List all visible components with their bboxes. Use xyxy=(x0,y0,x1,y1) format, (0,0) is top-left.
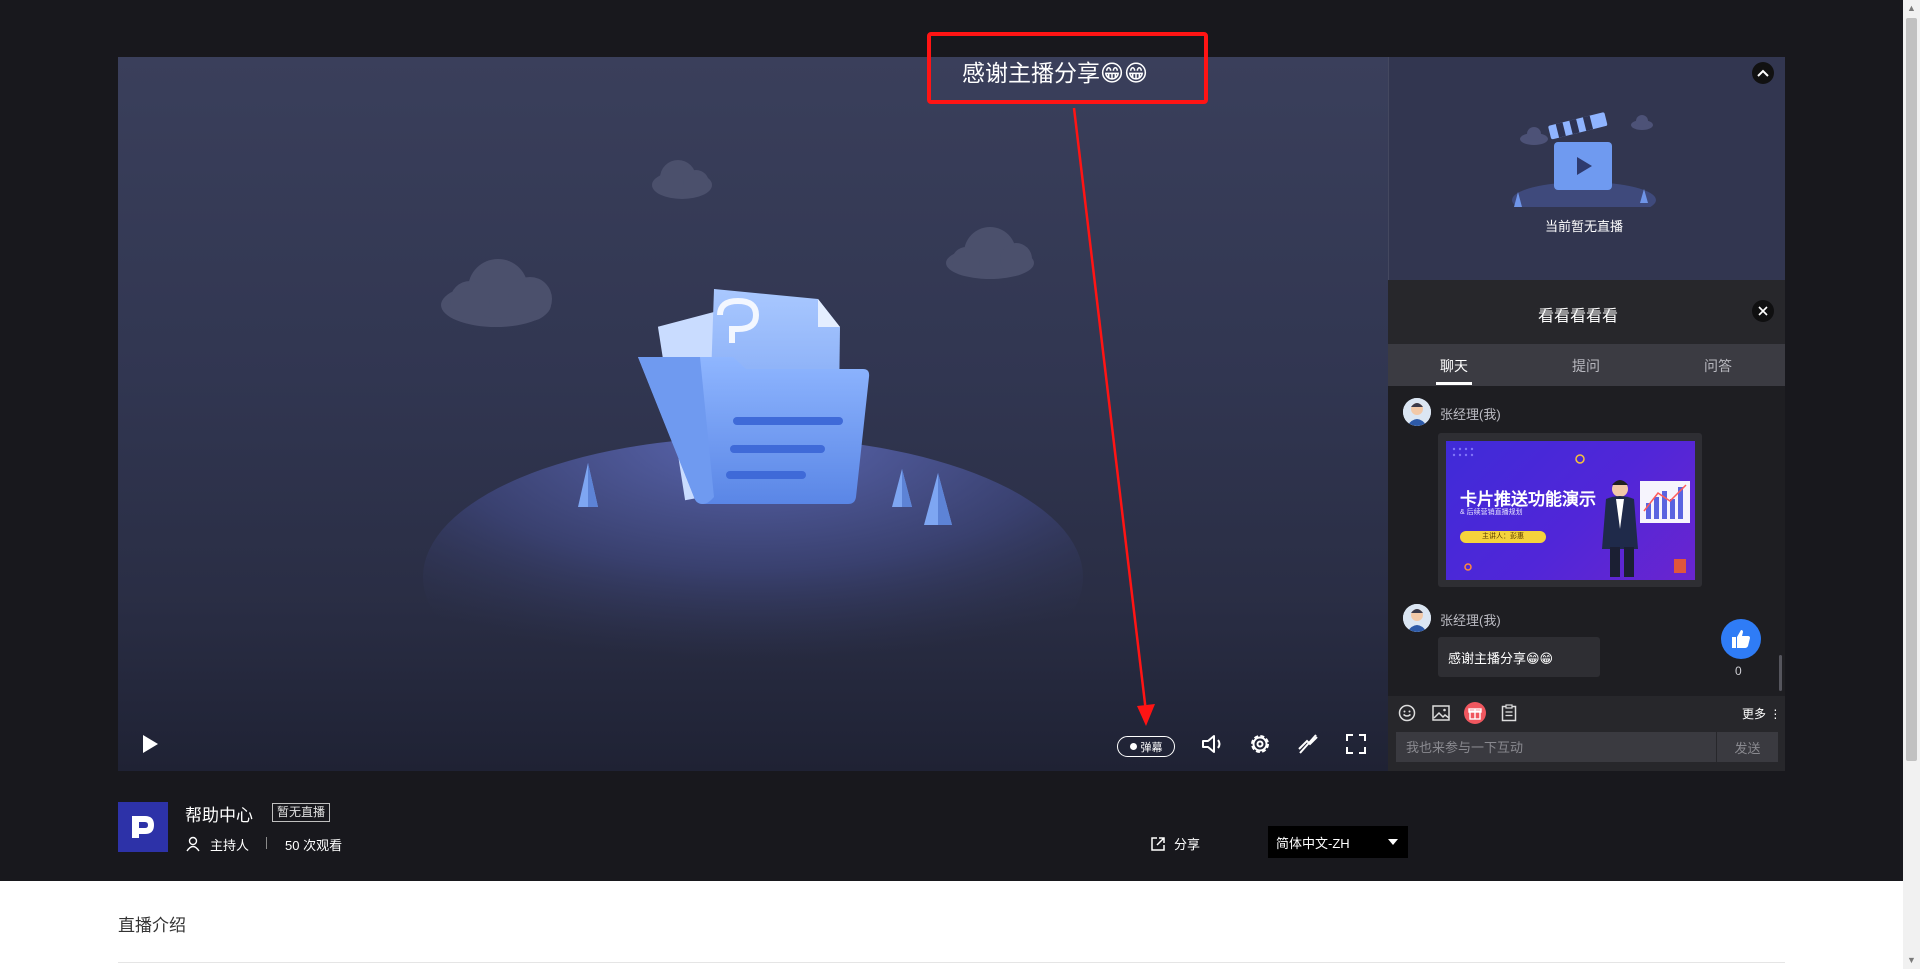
collapse-button[interactable] xyxy=(1752,62,1774,84)
fullscreen-icon xyxy=(1346,734,1366,754)
language-value: 简体中文-ZH xyxy=(1276,835,1350,851)
channel-logo xyxy=(118,802,168,852)
line-switch-button[interactable] xyxy=(1294,730,1322,758)
player-controls: 弹幕 xyxy=(118,720,1388,771)
emoji-button[interactable] xyxy=(1396,702,1418,724)
view-count: 50 次观看 xyxy=(285,838,343,853)
tab-question[interactable]: 提问 xyxy=(1572,356,1600,376)
clapperboard-icon xyxy=(1512,112,1656,207)
user-avatar-icon xyxy=(1403,398,1431,426)
caret-down-icon xyxy=(1388,839,1398,845)
brand-logo-icon xyxy=(132,816,154,838)
line-switch-icon xyxy=(1298,734,1318,754)
message-username: 张经理(我) xyxy=(1440,407,1501,422)
more-dots-icon: ⋮ xyxy=(1769,707,1782,721)
divider xyxy=(266,837,267,849)
user-icon xyxy=(186,836,200,852)
like-button[interactable] xyxy=(1721,619,1761,659)
message-username: 张经理(我) xyxy=(1440,613,1501,628)
image-button[interactable] xyxy=(1430,702,1452,724)
play-icon xyxy=(143,735,158,753)
share-button[interactable]: 分享 xyxy=(1150,834,1200,853)
danmaku-comment: 感谢主播分享😁😁 xyxy=(962,61,1148,87)
scroll-down-icon[interactable]: ▼ xyxy=(1906,955,1917,965)
close-icon xyxy=(1758,306,1768,316)
no-live-text: 当前暂无直播 xyxy=(1545,219,1624,234)
speaker-icon xyxy=(1202,735,1221,753)
gear-icon xyxy=(1251,735,1269,753)
image-icon xyxy=(1432,705,1450,721)
scroll-up-icon[interactable]: ▲ xyxy=(1906,3,1917,13)
danmaku-toggle[interactable]: 弹幕 xyxy=(1117,736,1175,757)
emoji-icon xyxy=(1398,704,1416,722)
gift-button[interactable] xyxy=(1464,702,1486,724)
chevron-up-icon xyxy=(1757,69,1769,77)
channel-name: 帮助中心 xyxy=(185,806,253,825)
settings-button[interactable] xyxy=(1246,730,1274,758)
chat-scrollbar[interactable] xyxy=(1779,655,1782,691)
tab-qa[interactable]: 问答 xyxy=(1704,356,1732,376)
promo-card-image[interactable]: 卡片推送功能演示 & 后续营销直播规划 主讲人：彭惠 xyxy=(1446,441,1695,580)
more-label: 更多 xyxy=(1742,707,1767,721)
close-button[interactable] xyxy=(1752,300,1774,322)
video-player[interactable] xyxy=(118,57,1388,771)
scrollbar-thumb[interactable] xyxy=(1906,18,1917,761)
no-live-illustration xyxy=(423,160,1083,717)
avatar xyxy=(1403,604,1431,632)
volume-button[interactable] xyxy=(1198,730,1226,758)
more-button[interactable]: 更多 ⋮ xyxy=(1742,705,1781,722)
card-decoration-icon xyxy=(1452,447,1690,577)
active-tab-indicator xyxy=(1436,382,1472,385)
toggle-dot-icon xyxy=(1129,743,1137,750)
play-button[interactable] xyxy=(136,730,164,758)
host-label: 主持人 xyxy=(210,838,250,853)
status-badge: 暂无直播 xyxy=(272,803,331,822)
user-avatar-icon xyxy=(1403,604,1431,632)
notice-button[interactable] xyxy=(1498,702,1520,724)
message-text: 感谢主播分享😁😁 xyxy=(1448,652,1554,667)
fullscreen-button[interactable] xyxy=(1342,730,1370,758)
clipboard-icon xyxy=(1501,704,1517,722)
divider xyxy=(118,962,1785,963)
language-select[interactable]: 简体中文-ZH xyxy=(1268,826,1408,858)
chat-input[interactable] xyxy=(1396,732,1716,762)
side-preview xyxy=(1388,57,1785,280)
send-button[interactable]: 发送 xyxy=(1716,732,1778,762)
section-title: 直播介绍 xyxy=(118,916,186,935)
like-count: 0 xyxy=(1735,664,1742,678)
avatar xyxy=(1403,398,1431,426)
tab-chat[interactable]: 聊天 xyxy=(1440,356,1468,376)
chat-title: 看看看看看 xyxy=(1538,308,1619,325)
thumbs-up-icon xyxy=(1732,630,1750,648)
share-icon xyxy=(1151,836,1165,851)
share-label: 分享 xyxy=(1174,837,1201,852)
danmaku-label: 弹幕 xyxy=(1140,741,1163,754)
gift-icon xyxy=(1464,702,1486,724)
